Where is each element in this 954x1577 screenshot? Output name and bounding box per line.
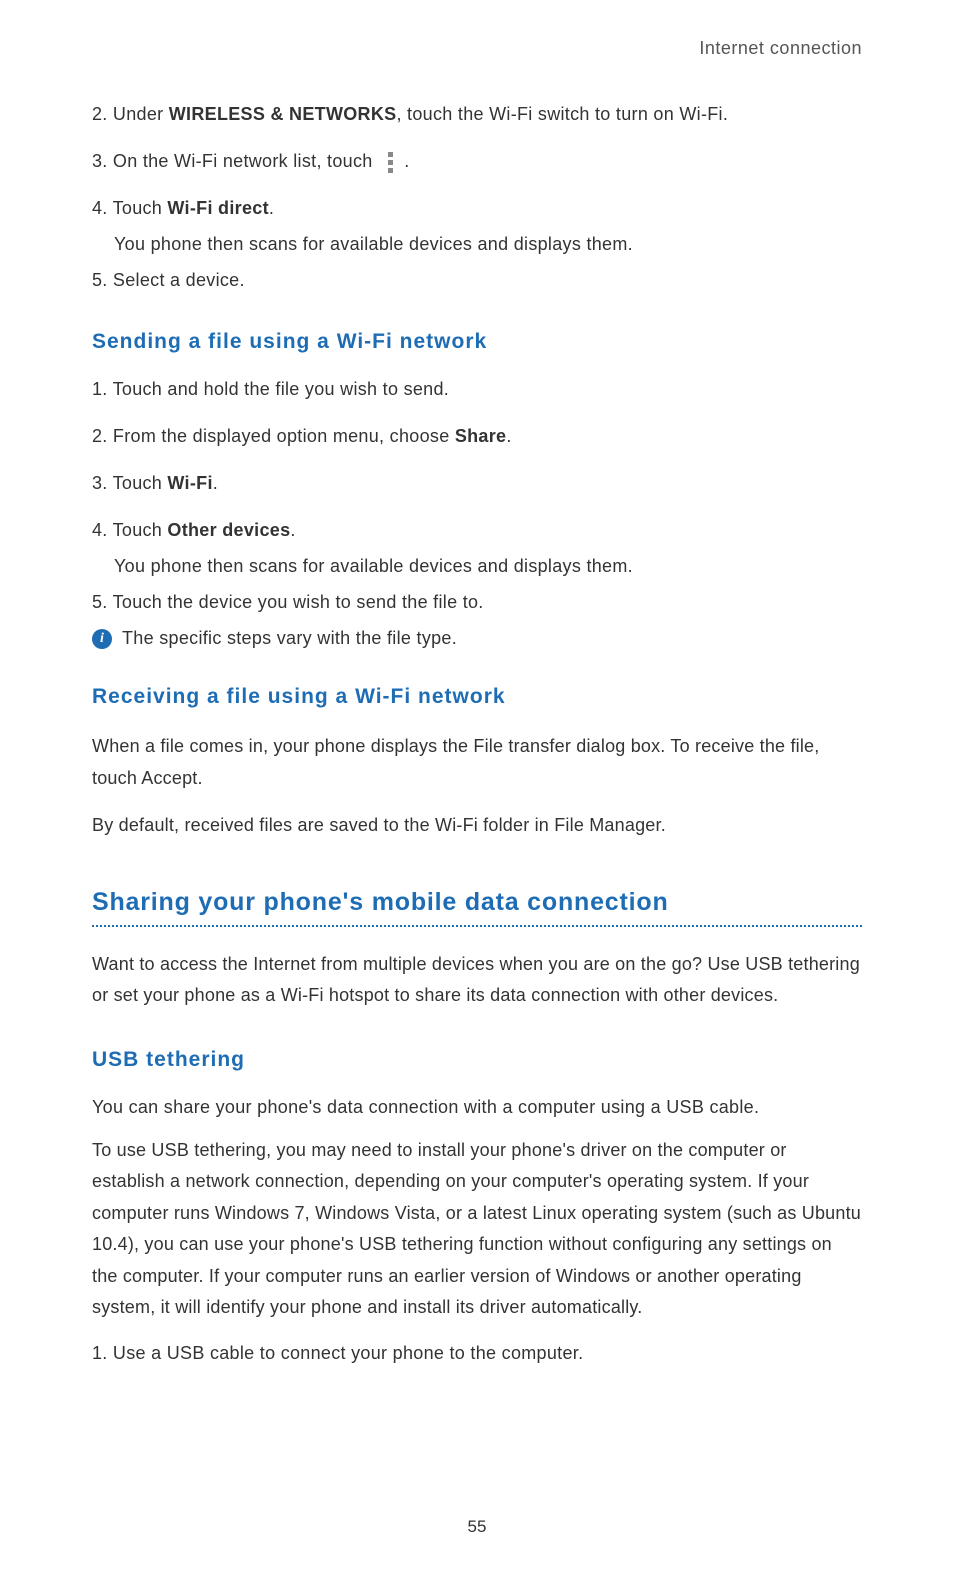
step-5: 5. Select a device. — [92, 267, 862, 294]
sub-heading-receiving: Receiving a file using a Wi-Fi network — [92, 685, 862, 709]
text: . — [197, 768, 202, 788]
note-text: The specific steps vary with the file ty… — [122, 628, 457, 649]
sending-step-4-sub: You phone then scans for available devic… — [114, 556, 862, 577]
sub-heading-usb: USB tethering — [92, 1048, 862, 1072]
step-4-sub: You phone then scans for available devic… — [114, 234, 862, 255]
dotted-rule — [92, 925, 862, 927]
text: 2. Under — [92, 104, 169, 124]
step-3: 3. On the Wi-Fi network list, touch . — [92, 148, 862, 175]
text: . — [506, 426, 511, 446]
text: 3. Touch — [92, 473, 167, 493]
text: , touch the Wi-Fi switch to turn on Wi-F… — [396, 104, 728, 124]
bold-text: WIRELESS & NETWORKS — [169, 104, 397, 124]
text: 2. From the displayed option menu, choos… — [92, 426, 455, 446]
bold-text: File Manager — [554, 815, 660, 835]
receiving-p2: By default, received files are saved to … — [92, 810, 862, 842]
sending-step-5: 5. Touch the device you wish to send the… — [92, 589, 862, 616]
bold-text: File transfer — [473, 736, 571, 756]
usb-p2: To use USB tethering, you may need to in… — [92, 1135, 862, 1324]
text: When a file comes in, your phone display… — [92, 736, 473, 756]
bold-text: Share — [455, 426, 507, 446]
overflow-menu-icon — [388, 152, 393, 173]
text: . — [290, 520, 295, 540]
bold-text: Wi-Fi — [435, 815, 478, 835]
text: . — [404, 151, 409, 171]
bold-text: Other devices — [167, 520, 290, 540]
text: 4. Touch — [92, 198, 167, 218]
sending-step-1: 1. Touch and hold the file you wish to s… — [92, 376, 862, 403]
text: folder in — [478, 815, 554, 835]
bold-text: Accept — [141, 768, 197, 788]
text: . — [661, 815, 666, 835]
sharing-intro: Want to access the Internet from multipl… — [92, 949, 862, 1012]
sending-step-4: 4. Touch Other devices. — [92, 517, 862, 544]
text: 4. Touch — [92, 520, 167, 540]
sending-step-3: 3. Touch Wi-Fi. — [92, 470, 862, 497]
step-2: 2. Under WIRELESS & NETWORKS, touch the … — [92, 101, 862, 128]
text: 3. On the Wi-Fi network list, touch — [92, 151, 378, 171]
sub-heading-sending: Sending a file using a Wi-Fi network — [92, 330, 862, 354]
usb-p1: You can share your phone's data connecti… — [92, 1094, 862, 1121]
page-header-label: Internet connection — [92, 38, 862, 59]
section-heading-sharing: Sharing your phone's mobile data connect… — [92, 888, 862, 917]
bold-text: Wi-Fi — [167, 473, 212, 493]
info-note: i The specific steps vary with the file … — [92, 628, 862, 649]
usb-step-1: 1. Use a USB cable to connect your phone… — [92, 1340, 862, 1367]
page-content: Internet connection 2. Under WIRELESS & … — [0, 0, 954, 1427]
bold-text: Wi-Fi direct — [167, 198, 268, 218]
text: . — [213, 473, 218, 493]
text: By default, received files are saved to … — [92, 815, 435, 835]
sending-step-2: 2. From the displayed option menu, choos… — [92, 423, 862, 450]
receiving-p1: When a file comes in, your phone display… — [92, 731, 862, 794]
page-number: 55 — [0, 1517, 954, 1537]
info-icon: i — [92, 629, 112, 649]
step-4: 4. Touch Wi-Fi direct. — [92, 195, 862, 222]
text: . — [269, 198, 274, 218]
